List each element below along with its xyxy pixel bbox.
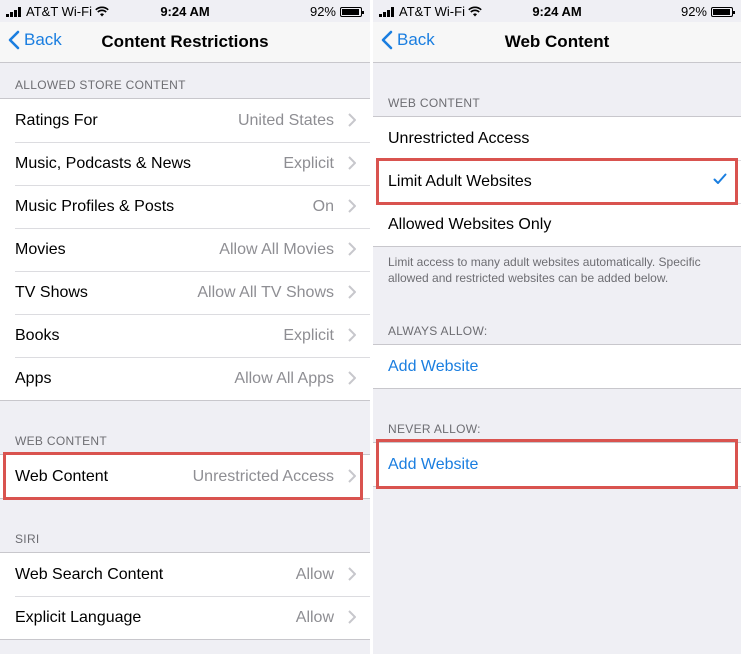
add-website-link: Add Website <box>388 455 479 473</box>
row-music-profiles-posts[interactable]: Music Profiles & Posts On <box>0 185 370 228</box>
battery-percent: 92% <box>309 4 336 19</box>
option-label: Limit Adult Websites <box>388 172 532 190</box>
row-books[interactable]: Books Explicit <box>0 314 370 357</box>
row-value: On <box>312 197 334 215</box>
section-header-always-allow: ALWAYS ALLOW: <box>388 324 488 338</box>
chevron-right-icon <box>348 199 356 213</box>
row-label: Explicit Language <box>15 608 142 626</box>
store-content-group: Ratings For United States Music, Podcast… <box>0 98 370 401</box>
navigation-bar: Back Web Content <box>373 22 741 63</box>
section-header-web-content: WEB CONTENT <box>15 434 107 448</box>
row-value: Allow All TV Shows <box>197 283 334 301</box>
row-movies[interactable]: Movies Allow All Movies <box>0 228 370 271</box>
row-label: Ratings For <box>15 111 98 129</box>
option-limit-adult-websites[interactable]: Limit Adult Websites <box>373 160 741 203</box>
siri-group: Web Search Content Allow Explicit Langua… <box>0 552 370 640</box>
battery-percent: 92% <box>680 4 707 19</box>
row-value: United States <box>237 111 334 129</box>
always-allow-add-website[interactable]: Add Website <box>373 345 741 388</box>
row-value: Unrestricted Access <box>192 467 334 485</box>
row-tv-shows[interactable]: TV Shows Allow All TV Shows <box>0 271 370 314</box>
page-title: Content Restrictions <box>101 32 269 51</box>
row-explicit-language[interactable]: Explicit Language Allow <box>0 596 370 639</box>
section-header-never-allow: NEVER ALLOW: <box>388 422 481 436</box>
chevron-right-icon <box>348 567 356 581</box>
status-bar: AT&T Wi-Fi 9:24 AM 92% <box>373 0 741 22</box>
row-label: Music, Podcasts & News <box>15 154 192 172</box>
row-value: Explicit <box>283 154 334 172</box>
row-label: Web Search Content <box>15 565 164 583</box>
add-website-link: Add Website <box>388 357 479 375</box>
never-allow-add-website[interactable]: Add Website <box>373 443 741 486</box>
row-value: Allow All Apps <box>234 369 334 387</box>
row-music-podcasts-news[interactable]: Music, Podcasts & News Explicit <box>0 142 370 185</box>
row-apps[interactable]: Apps Allow All Apps <box>0 357 370 400</box>
option-unrestricted-access[interactable]: Unrestricted Access <box>373 117 741 160</box>
navigation-bar: Back Content Restrictions <box>0 22 370 63</box>
section-header-siri: SIRI <box>15 532 40 546</box>
option-label: Unrestricted Access <box>388 129 530 147</box>
row-label: Web Content <box>15 467 109 485</box>
option-label: Allowed Websites Only <box>388 215 552 233</box>
row-web-search-content[interactable]: Web Search Content Allow <box>0 553 370 596</box>
web-content-options-group: Unrestricted Access Limit Adult Websites… <box>373 116 741 247</box>
chevron-right-icon <box>348 242 356 256</box>
web-content-group: Web Content Unrestricted Access <box>0 454 370 499</box>
section-header-store: ALLOWED STORE CONTENT <box>15 78 186 92</box>
row-value: Explicit <box>283 326 334 344</box>
web-content-description: Limit access to many adult websites auto… <box>388 255 701 285</box>
page-title: Web Content <box>504 32 610 51</box>
chevron-right-icon <box>348 285 356 299</box>
row-value: Allow <box>295 608 334 626</box>
row-label: Books <box>15 326 60 344</box>
row-label: Movies <box>15 240 66 258</box>
chevron-right-icon <box>348 469 356 483</box>
battery-icon <box>340 6 364 17</box>
never-allow-group: Add Website <box>373 442 741 487</box>
row-value: Allow All Movies <box>219 240 334 258</box>
row-label: Apps <box>15 369 52 387</box>
status-bar: AT&T Wi-Fi 9:24 AM 92% <box>0 0 370 22</box>
row-label: Music Profiles & Posts <box>15 197 175 215</box>
battery-icon <box>711 6 735 17</box>
checkmark-icon <box>713 173 727 184</box>
chevron-right-icon <box>348 328 356 342</box>
row-label: TV Shows <box>15 283 88 301</box>
chevron-right-icon <box>348 156 356 170</box>
row-ratings-for[interactable]: Ratings For United States <box>0 99 370 142</box>
web-content-screen: AT&T Wi-Fi 9:24 AM 92% Back Web Content … <box>373 0 741 654</box>
content-restrictions-screen: AT&T Wi-Fi 9:24 AM 92% Back Content Rest… <box>0 0 370 654</box>
chevron-right-icon <box>348 610 356 624</box>
option-allowed-websites-only[interactable]: Allowed Websites Only <box>373 203 741 246</box>
screenshot: AT&T Wi-Fi 9:24 AM 92% Back Content Rest… <box>0 0 741 654</box>
chevron-right-icon <box>348 371 356 385</box>
row-value: Allow <box>295 565 334 583</box>
always-allow-group: Add Website <box>373 344 741 389</box>
row-web-content[interactable]: Web Content Unrestricted Access <box>0 455 370 498</box>
section-header-web-content: WEB CONTENT <box>388 96 480 110</box>
chevron-right-icon <box>348 113 356 127</box>
